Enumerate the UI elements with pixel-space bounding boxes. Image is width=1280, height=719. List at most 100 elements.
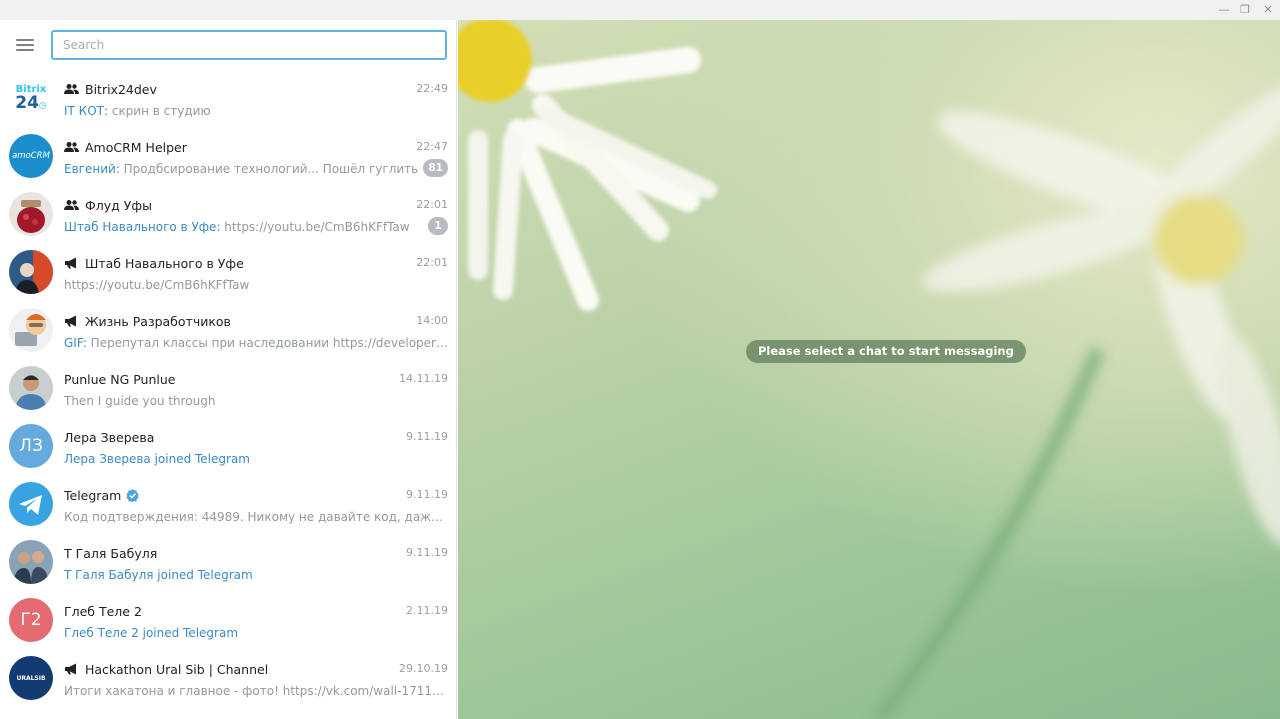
chat-item[interactable]: ЛЗ Лера Зверева 9.11.19 Лера Зверева joined… [0, 417, 456, 475]
chat-time: 22:01 [416, 256, 448, 269]
megaphone-icon [65, 257, 76, 269]
avatar-initials: Г2 [20, 610, 42, 630]
chat-avatar [9, 192, 53, 236]
chat-name-row: Telegram [64, 487, 139, 503]
avatar-photo [9, 366, 53, 410]
chat-item[interactable]: Флуд Уфы 22:01 Штаб Навального в Уфе: http… [0, 185, 456, 243]
chat-time: 14:00 [416, 314, 448, 327]
chat-name: Т Галя Бабуля [64, 545, 158, 561]
chat-preview: https://youtu.be/CmB6hKFfTaw [64, 277, 448, 293]
chat-message-text: Т Галя Бабуля joined Telegram [64, 568, 253, 582]
chat-sender: Евгений [64, 162, 116, 176]
chat-name-row: Жизнь Разработчиков [64, 313, 231, 329]
chat-preview: IT КОТ: скрин в студию [64, 103, 448, 119]
search-input[interactable] [51, 30, 447, 60]
chat-message-text: Продбсирование технологий... Пошёл гугли… [123, 162, 419, 176]
hamburger-menu-icon[interactable] [14, 35, 38, 55]
chat-avatar [9, 308, 53, 352]
chat-sender: Штаб Навального в Уфе [64, 220, 217, 234]
close-button[interactable]: ✕ [1257, 0, 1279, 20]
chat-name-row: Punlue NG Punlue [64, 371, 175, 387]
chat-list: Bitrix 24◷ Bitrix24dev 22:49 IT КОТ: скрин в… [0, 69, 456, 707]
chat-item[interactable]: Bitrix 24◷ Bitrix24dev 22:49 IT КОТ: скрин в… [0, 69, 456, 127]
chat-preview: GIF: Перепутал классы при наследовании h… [64, 335, 448, 351]
chat-name: Штаб Навального в Уфе [85, 255, 244, 271]
chat-item[interactable]: amoCRM AmoCRM Helper 22:47 Евгений: Продбси… [0, 127, 456, 185]
chat-avatar: ЛЗ [9, 424, 53, 468]
chat-avatar [9, 540, 53, 584]
chat-avatar: Г2 [9, 598, 53, 642]
chat-message-text: скрин в студию [111, 104, 211, 118]
chat-preview: Евгений: Продбсирование технологий... По… [64, 161, 419, 177]
sender-separator: : [115, 162, 124, 176]
chat-item[interactable]: Punlue NG Punlue 14.11.19 Then I guide you… [0, 359, 456, 417]
chat-time: 22:49 [416, 82, 448, 95]
chat-item[interactable]: Г2 Глеб Теле 2 2.11.19 Глеб Теле 2 joined T… [0, 591, 456, 649]
chat-item[interactable]: Жизнь Разработчиков 14:00 GIF: Перепутал к… [0, 301, 456, 359]
chat-name: Bitrix24dev [85, 81, 157, 97]
chat-message-text: Глеб Теле 2 joined Telegram [64, 626, 239, 640]
chat-item[interactable]: URALSIB Hackathon Ural Sib | Channel 29.10… [0, 649, 456, 707]
chat-name: Telegram [64, 487, 122, 503]
chat-avatar: URALSIB [9, 656, 53, 700]
chat-preview: Т Галя Бабуля joined Telegram [64, 567, 448, 583]
avatar-initials: ЛЗ [19, 436, 43, 456]
megaphone-icon [65, 663, 76, 675]
group-icon [64, 142, 79, 152]
avatar-photo [9, 308, 53, 352]
chat-name-row: Глеб Теле 2 [64, 603, 142, 619]
chat-message-text: Итоги хакатона и главное - фото! https:/… [64, 684, 448, 698]
chat-name-row: Bitrix24dev [64, 81, 157, 97]
chat-name-row: AmoCRM Helper [64, 139, 187, 155]
restore-button[interactable]: ❐ [1234, 0, 1256, 20]
chat-name-row: Флуд Уфы [64, 197, 152, 213]
chat-avatar: amoCRM [9, 134, 53, 178]
chat-avatar: Bitrix 24◷ [9, 76, 53, 120]
chat-avatar [9, 250, 53, 294]
window-titlebar: — ❐ ✕ [0, 0, 1280, 20]
chat-item[interactable]: Telegram 9.11.19 Код подтверждения: 44989.… [0, 475, 456, 533]
chat-time: 9.11.19 [406, 488, 448, 501]
chat-name: Punlue NG Punlue [64, 371, 176, 387]
daisy-wallpaper [458, 20, 1280, 719]
chat-name-row: Лера Зверева [64, 429, 154, 445]
chat-name: Жизнь Разработчиков [85, 313, 231, 329]
empty-state-message: Please select a chat to start messaging [746, 340, 1026, 363]
chat-preview: Лера Зверева joined Telegram [64, 451, 448, 467]
chat-preview: Итоги хакатона и главное - фото! https:/… [64, 683, 448, 699]
chat-name: Флуд Уфы [85, 197, 152, 213]
chat-sidebar: Bitrix24◷ Bitrix24dev 22:49 IT КОТ: скрин в… [0, 20, 457, 719]
chat-time: 9.11.19 [406, 546, 448, 559]
chat-time: 14.11.19 [399, 372, 448, 385]
sender-separator: : [103, 104, 112, 118]
chat-message-text: Then I guide you through [64, 394, 216, 408]
chat-avatar [9, 366, 53, 410]
chat-item[interactable]: Т Галя Бабуля 9.11.19 Т Галя Бабуля joined… [0, 533, 456, 591]
chat-item[interactable]: Штаб Навального в Уфе 22:01 https://youtu.… [0, 243, 456, 301]
chat-message-text: Код подтверждения: 44989. Никому не дава… [64, 510, 448, 524]
chat-area: Please select a chat to start messaging [458, 20, 1280, 719]
group-icon [64, 200, 79, 210]
chat-sender: GIF [64, 336, 83, 350]
minimize-button[interactable]: — [1213, 0, 1235, 20]
avatar-photo [9, 250, 53, 294]
unread-badge: 81 [423, 159, 448, 177]
chat-preview: Глеб Теле 2 joined Telegram [64, 625, 448, 641]
chat-name-row: Т Галя Бабуля [64, 545, 157, 561]
chat-message-text: https://youtu.be/CmB6hKFfTaw [64, 278, 250, 292]
chat-name: Hackathon Ural Sib | Channel [85, 661, 269, 677]
chat-time: 29.10.19 [399, 662, 448, 675]
chat-name-row: Hackathon Ural Sib | Channel [64, 661, 268, 677]
chat-avatar [9, 482, 53, 526]
telegram-logo-icon [9, 482, 53, 526]
chat-sender: IT КОТ [64, 104, 104, 118]
chat-preview: Код подтверждения: 44989. Никому не дава… [64, 509, 448, 525]
avatar-photo [9, 192, 53, 236]
sender-separator: : [82, 336, 91, 350]
chat-message-text: Перепутал классы при наследовании https:… [90, 336, 448, 350]
verified-icon [126, 488, 139, 502]
chat-preview: Then I guide you through [64, 393, 448, 409]
chat-preview: Штаб Навального в Уфе: https://youtu.be/… [64, 219, 419, 235]
chat-name: Лера Зверева [64, 429, 155, 445]
group-icon [64, 84, 79, 94]
